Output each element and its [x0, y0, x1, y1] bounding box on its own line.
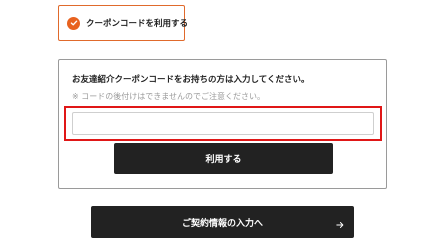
check-circle-icon [67, 16, 80, 30]
arrow-right-icon [336, 218, 344, 233]
coupon-code-input[interactable] [72, 112, 374, 135]
coupon-note-text: ※ コードの後付けはできませんのでご注意ください。 [72, 92, 266, 101]
proceed-to-contract-info-button[interactable]: ご契約情報の入力へ [91, 206, 354, 238]
use-coupon-label: クーポンコードを利用する [86, 19, 189, 29]
coupon-code-panel: お友達紹介クーポンコードをお持ちの方は入力してください。 ※ コードの後付けはで… [58, 59, 387, 189]
use-coupon-toggle[interactable]: クーポンコードを利用する [58, 5, 189, 41]
proceed-button-label: ご契約情報の入力へ [181, 218, 263, 229]
coupon-instruction-text: お友達紹介クーポンコードをお持ちの方は入力してください。 [72, 75, 310, 85]
apply-coupon-button[interactable]: 利用する [114, 143, 333, 174]
coupon-page: クーポンコードを利用する お友達紹介クーポンコードをお持ちの方は入力してください… [0, 0, 440, 251]
coupon-input-highlight [64, 106, 382, 141]
